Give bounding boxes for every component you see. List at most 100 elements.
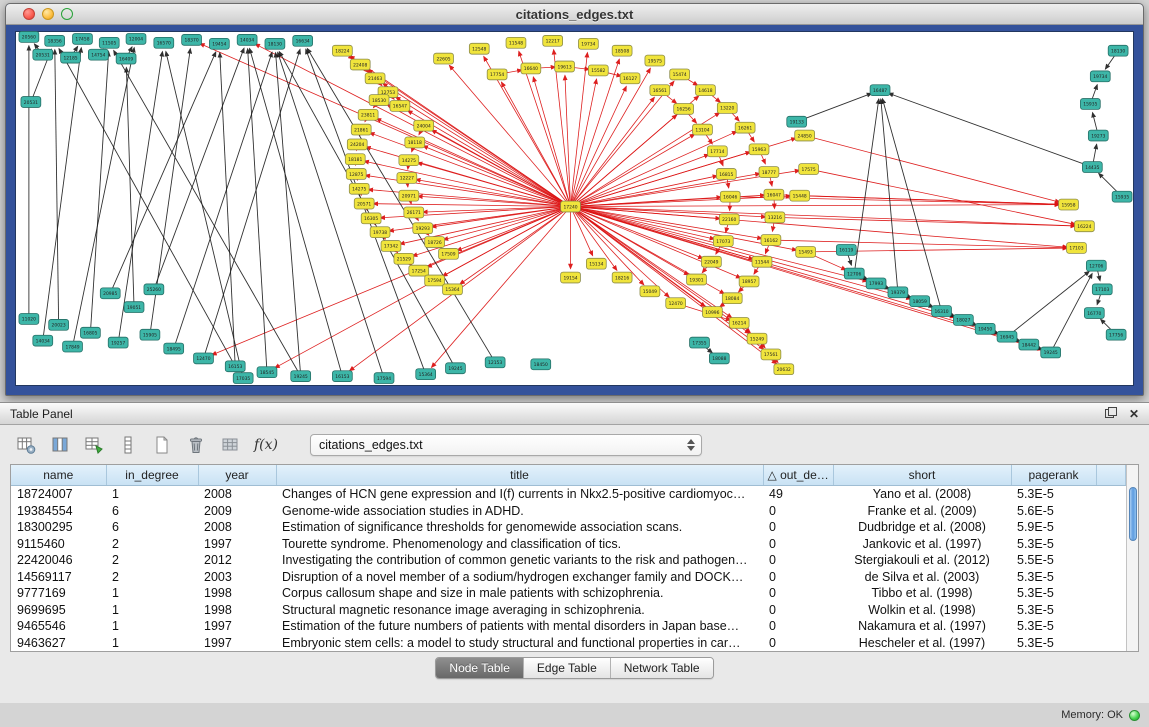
graph-node[interactable]: 18726 bbox=[425, 237, 445, 248]
graph-node[interactable]: 20571 bbox=[354, 198, 374, 209]
cell-name[interactable]: 9777169 bbox=[11, 585, 106, 602]
graph-node[interactable]: 17458 bbox=[73, 33, 93, 44]
graph-node[interactable]: 12227 bbox=[397, 173, 417, 184]
table-row[interactable]: 969969511998Structural magnetic resonanc… bbox=[11, 602, 1126, 619]
cell-title[interactable]: Embryonic stem cells: a model to study s… bbox=[276, 635, 763, 652]
cell-pagerank[interactable]: 5.3E-5 bbox=[1011, 569, 1096, 586]
graph-node[interactable]: 17594 bbox=[374, 373, 394, 384]
graph-node[interactable]: 24850 bbox=[795, 130, 815, 141]
graph-node[interactable]: 20971 bbox=[399, 190, 419, 201]
graph-node[interactable]: 17849 bbox=[63, 341, 83, 352]
cell-pagerank[interactable]: 5.3E-5 bbox=[1011, 635, 1096, 652]
graph-node[interactable]: 19734 bbox=[1090, 71, 1110, 82]
table-row[interactable]: 1938455462009Genome-wide association stu… bbox=[11, 503, 1126, 520]
cell-pagerank[interactable]: 5.3E-5 bbox=[1011, 536, 1096, 553]
graph-node[interactable]: 12706 bbox=[1086, 260, 1106, 271]
cell-pagerank[interactable]: 5.6E-5 bbox=[1011, 503, 1096, 520]
table-selector-combobox[interactable]: citations_edges.txt bbox=[310, 434, 702, 456]
table-row[interactable]: 977716911998Corpus callosum shape and si… bbox=[11, 585, 1126, 602]
graph-node[interactable]: 22408 bbox=[350, 59, 370, 70]
graph-node[interactable]: 19273 bbox=[1088, 130, 1108, 141]
cell-in_degree[interactable]: 1 bbox=[106, 602, 198, 619]
graph-node[interactable]: 12217 bbox=[543, 35, 563, 46]
column-header-short[interactable]: short bbox=[833, 465, 1011, 486]
graph-node[interactable]: 18224 bbox=[332, 45, 352, 56]
graph-node[interactable]: 16640 bbox=[521, 63, 541, 74]
graph-node[interactable]: 17714 bbox=[707, 146, 727, 157]
graph-node[interactable]: 12875 bbox=[346, 169, 366, 180]
graph-node[interactable]: 17509 bbox=[439, 248, 459, 259]
minimize-window-button[interactable] bbox=[42, 8, 54, 20]
graph-node[interactable]: 18957 bbox=[739, 276, 759, 287]
graph-node[interactable]: 16224 bbox=[1074, 221, 1094, 232]
graph-node[interactable]: 15364 bbox=[443, 284, 463, 295]
graph-node[interactable]: 13104 bbox=[693, 124, 713, 135]
cell-name[interactable]: 9115460 bbox=[11, 536, 106, 553]
graph-node[interactable]: 16570 bbox=[154, 37, 174, 48]
cell-out_degree[interactable]: 49 bbox=[763, 486, 833, 503]
graph-node[interactable]: 22160 bbox=[719, 214, 739, 225]
graph-node[interactable]: 14435 bbox=[1082, 162, 1102, 173]
cell-short[interactable]: Tibbo et al. (1998) bbox=[833, 585, 1011, 602]
graph-node[interactable]: 24204 bbox=[347, 139, 367, 150]
graph-node[interactable]: 17575 bbox=[799, 164, 819, 175]
graph-node[interactable]: 14275 bbox=[399, 155, 419, 166]
function-builder-icon[interactable]: f(x) bbox=[250, 437, 282, 453]
graph-node[interactable]: 15249 bbox=[747, 333, 767, 344]
graph-node[interactable]: 16561 bbox=[650, 85, 670, 96]
import-table-icon[interactable] bbox=[216, 432, 244, 458]
row-height-icon[interactable] bbox=[114, 432, 142, 458]
graph-node[interactable]: 16261 bbox=[735, 122, 755, 133]
graph-node[interactable]: 15049 bbox=[640, 286, 660, 297]
graph-node[interactable]: 19293 bbox=[413, 223, 433, 234]
graph-node[interactable]: 16119 bbox=[836, 244, 856, 255]
graph-node[interactable]: 19450 bbox=[975, 323, 995, 334]
cell-year[interactable]: 1997 bbox=[198, 618, 276, 635]
graph-node[interactable]: 17756 bbox=[1106, 329, 1126, 340]
graph-node[interactable]: 15935 bbox=[1080, 99, 1100, 110]
graph-node[interactable]: 19154 bbox=[561, 272, 581, 283]
table-row[interactable]: 2242004622012Investigating the contribut… bbox=[11, 552, 1126, 569]
graph-node[interactable]: 16547 bbox=[390, 101, 410, 112]
cell-pagerank[interactable]: 5.5E-5 bbox=[1011, 552, 1096, 569]
cell-short[interactable]: Hescheler et al. (1997) bbox=[833, 635, 1011, 652]
cell-out_degree[interactable]: 0 bbox=[763, 519, 833, 536]
cell-pagerank[interactable]: 5.9E-5 bbox=[1011, 519, 1096, 536]
graph-node[interactable]: 18356 bbox=[45, 35, 65, 46]
cell-name[interactable]: 9699695 bbox=[11, 602, 106, 619]
graph-node[interactable]: 18216 bbox=[612, 272, 632, 283]
graph-node[interactable]: 17073 bbox=[713, 236, 733, 247]
cell-in_degree[interactable]: 6 bbox=[106, 519, 198, 536]
edit-table-icon[interactable] bbox=[80, 432, 108, 458]
graph-node[interactable]: 10996 bbox=[702, 307, 722, 318]
cell-title[interactable]: Genome-wide association studies in ADHD. bbox=[276, 503, 763, 520]
graph-node[interactable]: 15958 bbox=[1059, 199, 1079, 210]
cell-in_degree[interactable]: 6 bbox=[106, 503, 198, 520]
graph-node[interactable]: 21529 bbox=[394, 253, 414, 264]
float-panel-icon[interactable] bbox=[1105, 407, 1117, 420]
graph-node[interactable]: 19575 bbox=[645, 55, 665, 66]
graph-node[interactable]: 19613 bbox=[555, 61, 575, 72]
column-header-in_degree[interactable]: in_degree bbox=[106, 465, 198, 486]
graph-node[interactable]: 12004 bbox=[126, 33, 146, 44]
graph-node[interactable]: 18777 bbox=[759, 167, 779, 178]
graph-node[interactable]: 18370 bbox=[182, 34, 202, 45]
graph-node[interactable]: 18442 bbox=[1019, 339, 1039, 350]
graph-node[interactable]: 19454 bbox=[209, 38, 229, 49]
graph-node[interactable]: 18495 bbox=[164, 343, 184, 354]
graph-node[interactable]: 25260 bbox=[144, 284, 164, 295]
graph-node[interactable]: 18450 bbox=[531, 359, 551, 370]
cell-year[interactable]: 2009 bbox=[198, 503, 276, 520]
cell-out_degree[interactable]: 0 bbox=[763, 635, 833, 652]
cell-short[interactable]: de Silva et al. (2003) bbox=[833, 569, 1011, 586]
cell-short[interactable]: Nakamura et al. (1997) bbox=[833, 618, 1011, 635]
cell-title[interactable]: Changes of HCN gene expression and I(f) … bbox=[276, 486, 763, 503]
graph-node[interactable]: 17594 bbox=[425, 275, 445, 286]
close-window-button[interactable] bbox=[23, 8, 35, 20]
cell-name[interactable]: 19384554 bbox=[11, 503, 106, 520]
graph-node[interactable]: 17035 bbox=[233, 373, 253, 384]
tab-network-table[interactable]: Network Table bbox=[610, 658, 713, 678]
cell-year[interactable]: 2008 bbox=[198, 486, 276, 503]
graph-node[interactable]: 18545 bbox=[257, 367, 277, 378]
zoom-window-button[interactable] bbox=[61, 8, 73, 20]
